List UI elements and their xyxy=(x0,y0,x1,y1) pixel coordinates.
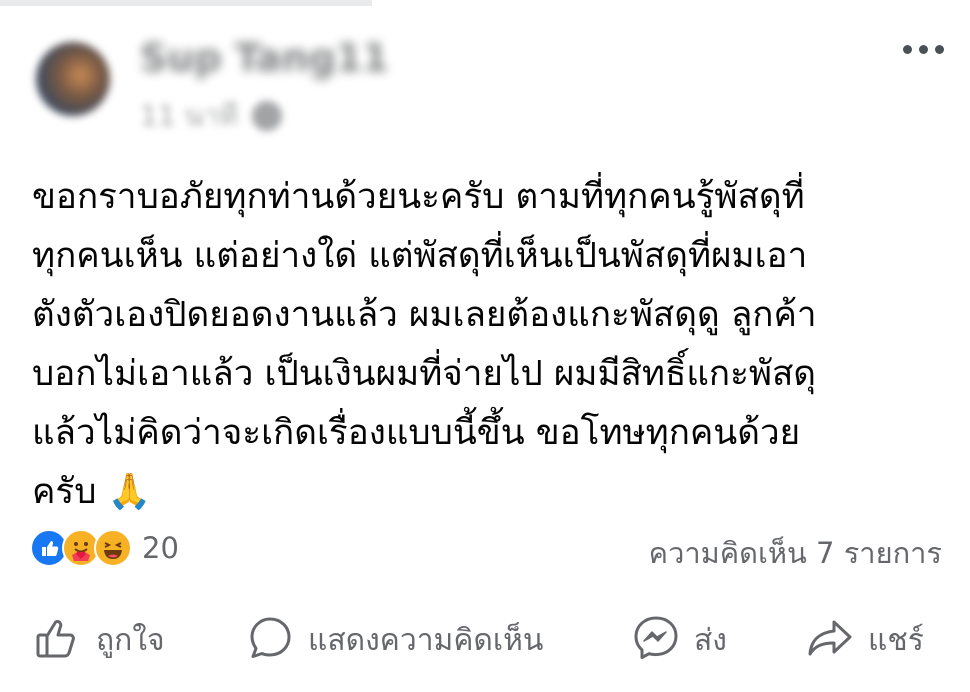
send-button[interactable]: ส่ง xyxy=(632,605,727,675)
action-bar: ถูกใจ แสดงความคิดเห็น ส่ง แชร์ xyxy=(0,605,970,675)
post-time-blurred[interactable]: 11 นาที xyxy=(140,94,238,138)
more-dot-icon xyxy=(934,44,944,54)
messenger-icon xyxy=(632,614,680,666)
post-meta-blurred: 11 นาที xyxy=(140,94,282,138)
haha-reaction-icon xyxy=(94,529,132,567)
post-card: Sup Tang11 11 นาที ขอกราบอภัยทุกท่านด้วย… xyxy=(0,0,970,692)
reaction-summary[interactable]: 20 xyxy=(30,528,179,568)
share-arrow-icon xyxy=(806,614,854,666)
author-name-blurred[interactable]: Sup Tang11 xyxy=(140,36,389,80)
speech-bubble-icon xyxy=(246,614,294,666)
comment-count-link[interactable]: ความคิดเห็น 7 รายการ xyxy=(649,530,942,576)
author-avatar[interactable] xyxy=(36,42,110,116)
more-dot-icon xyxy=(918,44,928,54)
reaction-count: 20 xyxy=(142,531,179,565)
like-label: ถูกใจ xyxy=(96,622,165,658)
thumbs-up-icon xyxy=(34,614,82,666)
comment-button[interactable]: แสดงความคิดเห็น xyxy=(246,605,543,675)
send-label: ส่ง xyxy=(694,622,727,658)
post-text: ขอกราบอภัยทุกท่านด้วยนะครับ ตามที่ทุกคนร… xyxy=(32,177,817,512)
comment-label: แสดงความคิดเห็น xyxy=(308,622,544,658)
globe-icon xyxy=(251,101,282,131)
like-button[interactable]: ถูกใจ xyxy=(34,605,165,675)
share-button[interactable]: แชร์ xyxy=(806,605,924,675)
share-label: แชร์ xyxy=(868,622,924,658)
more-options-button[interactable] xyxy=(896,34,950,64)
more-dot-icon xyxy=(902,44,912,54)
